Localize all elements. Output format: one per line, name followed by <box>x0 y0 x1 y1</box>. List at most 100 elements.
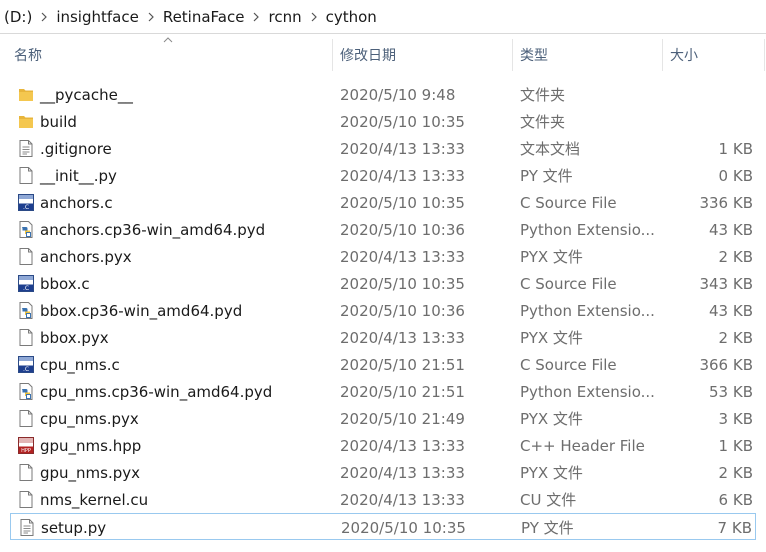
file-modified-date: 2020/5/10 10:35 <box>340 274 465 293</box>
c-source-icon: .C <box>17 355 35 374</box>
c-source-icon: .C <box>17 274 35 293</box>
python-ext-icon <box>17 301 35 320</box>
file-modified-date: 2020/4/13 13:33 <box>340 436 465 455</box>
file-row[interactable]: gpu_nms.pyx 2020/4/13 13:33 PYX 文件 2 KB <box>10 459 756 486</box>
file-row[interactable]: nms_kernel.cu 2020/4/13 13:33 CU 文件 6 KB <box>10 486 756 513</box>
column-date-label: 修改日期 <box>340 48 396 64</box>
file-type: Python Extensio... <box>520 382 655 401</box>
file-size: 53 KB <box>709 382 753 401</box>
column-name[interactable]: 名称 <box>7 35 332 75</box>
breadcrumb-cython[interactable]: cython <box>322 8 381 26</box>
file-type: 文本文档 <box>520 140 581 158</box>
file-modified-date: 2020/5/10 9:48 <box>340 85 456 104</box>
file-name: setup.py <box>41 518 107 537</box>
file-size: 43 KB <box>709 220 753 239</box>
file-type: 文件夹 <box>520 86 566 104</box>
file-row[interactable]: .gitignore 2020/4/13 13:33 文本文档 1 KB <box>10 135 756 162</box>
file-modified-date: 2020/5/10 10:35 <box>340 112 465 131</box>
file-size: 336 KB <box>699 193 753 212</box>
svg-text:.C: .C <box>23 204 29 211</box>
file-modified-date: 2020/4/13 13:33 <box>340 328 465 347</box>
file-name: anchors.c <box>40 193 113 212</box>
file-modified-date: 2020/5/10 21:51 <box>340 382 465 401</box>
file-row[interactable]: .C anchors.c 2020/5/10 10:35 C Source File 3… <box>10 189 756 216</box>
file-size: 0 KB <box>718 166 753 185</box>
blank-file-icon <box>17 328 35 347</box>
breadcrumb-rcnn[interactable]: rcnn <box>264 8 305 26</box>
file-row[interactable]: HPP gpu_nms.hpp 2020/4/13 13:33 C++ Header … <box>10 432 756 459</box>
file-modified-date: 2020/5/10 10:35 <box>340 193 465 212</box>
python-ext-icon <box>17 220 35 239</box>
file-modified-date: 2020/5/10 10:36 <box>340 301 465 320</box>
file-size: 43 KB <box>709 301 753 320</box>
file-row[interactable]: __pycache__ 2020/5/10 9:48 文件夹 <box>10 81 756 108</box>
file-row[interactable]: anchors.cp36-win_amd64.pyd 2020/5/10 10:3… <box>10 216 756 243</box>
blank-file-icon <box>17 247 35 266</box>
file-name: bbox.pyx <box>40 328 109 347</box>
blank-file-icon <box>17 463 35 482</box>
file-row[interactable]: build 2020/5/10 10:35 文件夹 <box>10 108 756 135</box>
file-name: cpu_nms.cp36-win_amd64.pyd <box>40 382 273 401</box>
file-row[interactable]: anchors.pyx 2020/4/13 13:33 PYX 文件 2 KB <box>10 243 756 270</box>
file-size: 6 KB <box>718 490 753 509</box>
column-size[interactable]: 大小 <box>663 35 763 75</box>
column-date[interactable]: 修改日期 <box>333 35 512 75</box>
text-file-icon <box>18 518 36 537</box>
file-row[interactable]: cpu_nms.cp36-win_amd64.pyd 2020/5/10 21:5… <box>10 378 756 405</box>
file-name: __pycache__ <box>40 85 133 104</box>
breadcrumb-insightface[interactable]: insightface <box>52 8 143 26</box>
blank-file-icon <box>17 490 35 509</box>
svg-text:.C: .C <box>23 285 29 292</box>
file-size: 343 KB <box>699 274 753 293</box>
breadcrumb-retinaface[interactable]: RetinaFace <box>159 8 249 26</box>
file-size: 1 KB <box>718 436 753 455</box>
file-modified-date: 2020/5/10 10:36 <box>340 220 465 239</box>
file-row[interactable]: bbox.pyx 2020/4/13 13:33 PYX 文件 2 KB <box>10 324 756 351</box>
file-name: build <box>40 112 77 131</box>
file-name: bbox.c <box>40 274 90 293</box>
chevron-right-icon[interactable] <box>306 12 322 22</box>
file-type: C++ Header File <box>520 436 645 455</box>
svg-text:.C: .C <box>23 366 29 373</box>
file-size: 2 KB <box>718 247 753 266</box>
file-row[interactable]: .C cpu_nms.c 2020/5/10 21:51 C Source File 3… <box>10 351 756 378</box>
file-row[interactable]: __init__.py 2020/4/13 13:33 PY 文件 0 KB <box>10 162 756 189</box>
file-type: PYX 文件 <box>520 248 583 266</box>
file-type: 文件夹 <box>520 113 566 131</box>
chevron-right-icon[interactable] <box>248 12 264 22</box>
chevron-right-icon[interactable] <box>143 12 159 22</box>
chevron-right-icon[interactable] <box>36 12 52 22</box>
file-modified-date: 2020/4/13 13:33 <box>340 490 465 509</box>
address-bar[interactable]: (D:) insightface RetinaFace rcnn cython <box>0 0 766 34</box>
file-type: PYX 文件 <box>520 464 583 482</box>
file-type: PYX 文件 <box>520 329 583 347</box>
column-name-label: 名称 <box>14 48 42 64</box>
file-size: 2 KB <box>718 463 753 482</box>
breadcrumb-drive[interactable]: (D:) <box>0 8 36 26</box>
file-size: 366 KB <box>699 355 753 374</box>
python-ext-icon <box>17 382 35 401</box>
column-type[interactable]: 类型 <box>513 35 662 75</box>
c-source-icon: .C <box>17 193 35 212</box>
file-name: cpu_nms.pyx <box>40 409 139 428</box>
file-type: C Source File <box>520 193 617 212</box>
column-divider[interactable] <box>764 39 765 71</box>
file-row[interactable]: setup.py 2020/5/10 10:35 PY 文件 7 KB <box>10 513 756 540</box>
file-type: Python Extensio... <box>520 220 655 239</box>
file-name: cpu_nms.c <box>40 355 120 374</box>
file-name: anchors.pyx <box>40 247 132 266</box>
blank-file-icon <box>17 166 35 185</box>
file-name: gpu_nms.pyx <box>40 463 141 482</box>
file-type: C Source File <box>520 274 617 293</box>
svg-text:HPP: HPP <box>21 448 31 454</box>
column-size-label: 大小 <box>670 48 698 64</box>
file-modified-date: 2020/4/13 13:33 <box>340 166 465 185</box>
file-name: __init__.py <box>40 166 117 185</box>
file-row[interactable]: cpu_nms.pyx 2020/5/10 21:49 PYX 文件 3 KB <box>10 405 756 432</box>
file-row[interactable]: bbox.cp36-win_amd64.pyd 2020/5/10 10:36 Py… <box>10 297 756 324</box>
blank-file-icon <box>17 409 35 428</box>
file-size: 7 KB <box>717 518 752 537</box>
file-size: 3 KB <box>718 409 753 428</box>
file-row[interactable]: .C bbox.c 2020/5/10 10:35 C Source File 343 … <box>10 270 756 297</box>
file-modified-date: 2020/4/13 13:33 <box>340 247 465 266</box>
